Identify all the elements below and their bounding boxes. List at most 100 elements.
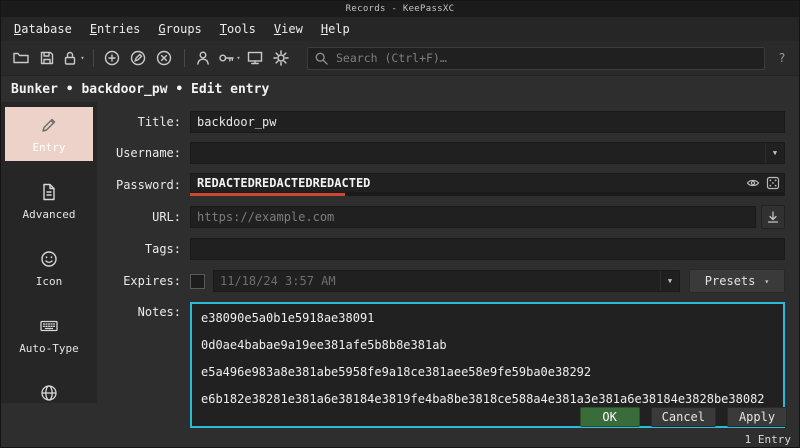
help-indicator: ?: [778, 51, 786, 65]
sidebar-item-label: Advanced: [22, 208, 76, 221]
sidebar-item-advanced[interactable]: Advanced: [5, 174, 93, 228]
tags-row: Tags:: [105, 238, 785, 260]
dice-icon: [766, 176, 780, 190]
toolbar-separator: [184, 49, 185, 67]
menu-groups[interactable]: Groups: [149, 17, 210, 41]
url-field-wrap: [190, 206, 756, 228]
eye-icon: [746, 176, 760, 190]
menu-view[interactable]: View: [265, 17, 312, 41]
sidebar-item-label: Auto-Type: [19, 342, 79, 355]
edit-entry-icon: [129, 49, 147, 67]
notes-line: 0d0ae4babae9a19ee381afe5b8b8e381ab: [201, 338, 447, 352]
sidebar-item-icon[interactable]: Icon: [5, 241, 93, 295]
cancel-button[interactable]: Cancel: [650, 407, 716, 427]
edit-entry-button[interactable]: [126, 46, 150, 70]
url-input[interactable]: [191, 210, 755, 224]
new-entry-button[interactable]: [100, 46, 124, 70]
entry-count: 1 Entry: [744, 432, 791, 446]
title-input[interactable]: [191, 115, 784, 129]
password-field-wrap: [190, 173, 785, 196]
save-database-icon: [38, 49, 56, 67]
dialog-buttons: OK Cancel Apply: [1, 403, 799, 431]
apply-button[interactable]: Apply: [727, 407, 787, 427]
new-entry-icon: [103, 49, 121, 67]
tags-label: Tags:: [144, 242, 181, 256]
chevron-down-icon: ▾: [764, 276, 770, 286]
expires-row: Expires: 11/18/24 3:57 AM ▼ Presets ▾: [105, 269, 785, 293]
smiley-icon: [39, 248, 59, 270]
copy-password-button[interactable]: ▾: [217, 46, 241, 70]
url-row: URL:: [105, 205, 785, 229]
copy-username-icon: [194, 49, 212, 67]
notes-line: e38090e5a0b1e5918ae38091: [201, 311, 375, 325]
pencil-icon: [39, 114, 59, 136]
titlebar[interactable]: Records - KeePassXC: [1, 1, 799, 17]
expires-date-value[interactable]: 11/18/24 3:57 AM: [214, 274, 660, 288]
menu-tools[interactable]: Tools: [211, 17, 265, 41]
keyboard-icon: [39, 315, 59, 337]
download-favicon-button[interactable]: [761, 205, 785, 229]
download-icon: [766, 210, 780, 224]
notes-label: Notes:: [137, 305, 181, 319]
open-database-button[interactable]: [9, 46, 33, 70]
statusbar: 1 Entry: [1, 431, 799, 447]
perform-autotype-button[interactable]: [243, 46, 267, 70]
chevron-down-icon: ▾: [236, 54, 241, 62]
search-box: [307, 46, 765, 70]
copy-password-icon: [217, 49, 235, 67]
notes-line: e5a496e983a8e381abe5958fe9a18ce381aee58e…: [201, 365, 592, 379]
username-row: Username: ▼: [105, 142, 785, 164]
expires-dropdown-icon[interactable]: ▼: [660, 271, 679, 291]
title-label: Title:: [137, 115, 181, 129]
expires-label: Expires:: [123, 274, 181, 288]
lock-icon: [61, 49, 79, 67]
menu-help[interactable]: Help: [312, 17, 359, 41]
copy-username-button[interactable]: [191, 46, 215, 70]
keepassxc-window: Records - KeePassXC Database Entries Gro…: [0, 0, 800, 448]
title-row: Title:: [105, 111, 785, 133]
perform-autotype-icon: [246, 49, 264, 67]
password-row: Password:: [105, 173, 785, 196]
password-field: [190, 173, 785, 193]
delete-entry-icon: [155, 49, 173, 67]
password-label: Password:: [115, 177, 181, 192]
lock-databases-button[interactable]: ▾: [61, 46, 85, 70]
password-generator-button[interactable]: [764, 174, 782, 192]
toggle-password-visibility-button[interactable]: [744, 174, 762, 192]
save-database-button[interactable]: [35, 46, 59, 70]
presets-label: Presets: [704, 274, 756, 288]
edit-entry-view: Entry Advanced Icon Auto-Type Title: bac…: [1, 102, 799, 428]
presets-button[interactable]: Presets ▾: [689, 269, 785, 293]
delete-entry-button[interactable]: [152, 46, 176, 70]
open-database-icon: [12, 49, 30, 67]
expires-checkbox[interactable]: [190, 273, 205, 289]
tags-input[interactable]: [191, 242, 784, 256]
sidebar-item-entry[interactable]: Entry: [5, 107, 93, 161]
username-label: Username:: [115, 146, 181, 160]
chevron-down-icon: ▾: [80, 54, 85, 62]
username-dropdown-icon[interactable]: ▼: [765, 143, 784, 163]
menubar: Database Entries Groups Tools View Help: [1, 17, 799, 41]
settings-gear-icon: [272, 49, 290, 67]
globe-icon: [39, 382, 59, 403]
search-input[interactable]: [334, 50, 758, 66]
password-strength-fill: [190, 193, 345, 196]
username-input[interactable]: [191, 146, 765, 160]
search-icon: [314, 51, 328, 65]
menu-database[interactable]: Database: [5, 17, 81, 41]
entry-form: Title: Username: ▼ Password:: [97, 102, 799, 428]
title-field-wrap: [190, 111, 785, 133]
ok-button[interactable]: OK: [579, 407, 640, 427]
breadcrumb-text: Bunker • backdoor_pw • Edit entry: [11, 81, 270, 97]
sidebar-item-browser-integration[interactable]: Browser Integration: [5, 375, 93, 403]
tags-field-wrap: [190, 238, 785, 260]
category-sidebar: Entry Advanced Icon Auto-Type: [1, 102, 97, 403]
sidebar-item-auto-type[interactable]: Auto-Type: [5, 308, 93, 362]
password-input[interactable]: [191, 176, 744, 190]
menu-entries[interactable]: Entries: [81, 17, 150, 41]
url-label: URL:: [152, 210, 181, 224]
toolbar: ▾ ▾ Search (Ctrl+F)… ?: [1, 41, 799, 76]
window-title: Records - KeePassXC: [345, 4, 455, 14]
settings-button[interactable]: [269, 46, 293, 70]
sidebar-item-label: Icon: [35, 275, 63, 288]
